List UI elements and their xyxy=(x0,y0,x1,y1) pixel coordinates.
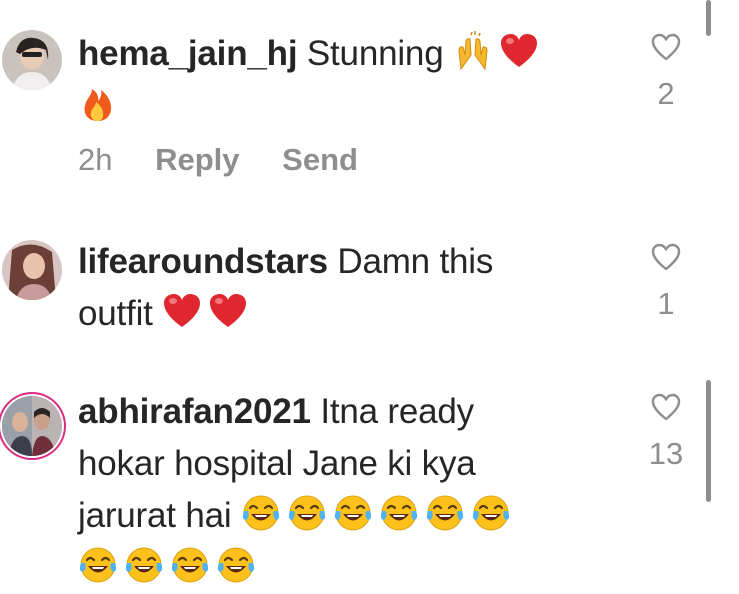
comment-text: hema_jain_hj Stunning xyxy=(78,28,608,132)
tears-of-joy-emoji xyxy=(287,493,327,533)
avatar-with-story-ring[interactable] xyxy=(2,396,62,456)
comment-body-line2: outfit xyxy=(78,294,153,333)
tears-of-joy-emoji xyxy=(425,493,465,533)
comment-body-line3: jarurat hai xyxy=(78,496,232,535)
like-control: 1 xyxy=(640,242,692,322)
tears-of-joy-emoji xyxy=(333,493,373,533)
fire-emoji xyxy=(78,83,118,123)
comment-body-line2: hokar hospital Jane ki kya xyxy=(78,444,476,483)
heart-icon[interactable] xyxy=(640,32,692,62)
comment-username[interactable]: abhirafan2021 xyxy=(78,392,311,431)
comment-username[interactable]: hema_jain_hj xyxy=(78,34,298,73)
comment-body: Stunning xyxy=(306,34,444,73)
comment-timestamp: 2h xyxy=(78,142,113,177)
tears-of-joy-emoji xyxy=(78,545,118,585)
scrollbar-thumb[interactable] xyxy=(706,380,711,502)
tears-of-joy-emoji xyxy=(216,545,256,585)
heart-icon[interactable] xyxy=(640,242,692,272)
tears-of-joy-emoji xyxy=(170,545,210,585)
avatar[interactable] xyxy=(2,30,62,90)
comment-username[interactable]: lifearoundstars xyxy=(78,242,328,281)
like-control: 13 xyxy=(640,392,692,472)
red-heart-emoji xyxy=(208,291,248,331)
raising-hands-emoji xyxy=(453,31,493,71)
comment-meta: 2h Reply Send xyxy=(78,142,392,178)
reply-button[interactable]: Reply xyxy=(155,142,239,177)
like-count: 2 xyxy=(657,76,675,111)
comment-body-line1: Itna ready xyxy=(320,392,474,431)
avatar[interactable] xyxy=(2,240,62,300)
comment-text: lifearoundstars Damn this outfit xyxy=(78,236,608,340)
red-heart-emoji xyxy=(162,291,202,331)
like-count: 1 xyxy=(657,286,675,321)
comment-body-line1: Damn this xyxy=(337,242,494,281)
tears-of-joy-emoji xyxy=(241,493,281,533)
red-heart-emoji xyxy=(499,31,539,71)
scrollbar-top[interactable] xyxy=(706,0,711,36)
like-count: 13 xyxy=(648,436,684,471)
tears-of-joy-emoji xyxy=(124,545,164,585)
comment-text: abhirafan2021 Itna ready hokar hospital … xyxy=(78,386,608,594)
tears-of-joy-emoji xyxy=(471,493,511,533)
send-button[interactable]: Send xyxy=(282,142,358,177)
heart-icon[interactable] xyxy=(640,392,692,422)
tears-of-joy-emoji xyxy=(379,493,419,533)
like-control: 2 xyxy=(640,32,692,112)
